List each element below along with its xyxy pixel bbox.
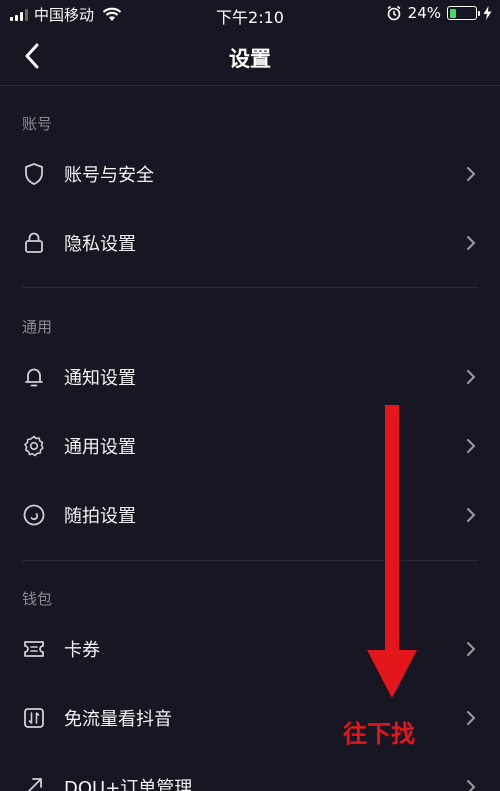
settings-item-privacy[interactable]: 隐私设置 [0, 210, 500, 276]
settings-item-label: 通知设置 [64, 368, 136, 389]
battery-percent: 24% [407, 4, 441, 22]
page-title: 设置 [229, 47, 271, 71]
chevron-right-icon [464, 234, 478, 252]
settings-item-label: 卡券 [64, 640, 100, 661]
gear-icon [22, 434, 46, 458]
section-header-account: 账号 [22, 115, 53, 133]
camera-circle-icon [22, 503, 46, 527]
settings-item-label: DOU+订单管理 [64, 778, 193, 791]
nav-bar: 设置 [0, 28, 500, 86]
battery-icon [447, 6, 480, 20]
settings-item-quick-shoot[interactable]: 随拍设置 [0, 482, 500, 548]
chevron-right-icon [464, 437, 478, 455]
chevron-right-icon [464, 368, 478, 386]
settings-item-coupons[interactable]: 卡券 [0, 616, 500, 682]
chevron-right-icon [464, 640, 478, 658]
settings-item-label: 通用设置 [64, 437, 136, 458]
lock-icon [22, 231, 46, 255]
settings-item-general[interactable]: 通用设置 [0, 413, 500, 479]
annotation-label: 往下找 [343, 720, 415, 748]
chevron-right-icon [464, 778, 478, 791]
bell-icon [22, 365, 46, 389]
charging-bolt-icon [483, 6, 492, 20]
section-header-wallet: 钱包 [22, 590, 53, 608]
ticket-icon [22, 637, 46, 661]
chevron-right-icon [464, 506, 478, 524]
settings-item-notifications[interactable]: 通知设置 [0, 344, 500, 410]
settings-item-label: 免流量看抖音 [64, 709, 172, 730]
trend-arrow-icon [22, 775, 46, 791]
annotation-arrow-shaft [385, 405, 399, 655]
settings-item-label: 随拍设置 [64, 506, 136, 527]
settings-item-label: 隐私设置 [64, 234, 136, 255]
status-bar: 中国移动 下午2:10 24% [0, 0, 500, 28]
settings-item-free-data[interactable]: 免流量看抖音 [0, 685, 500, 751]
data-transfer-icon [22, 706, 46, 730]
settings-item-account-security[interactable]: 账号与安全 [0, 141, 500, 207]
section-divider [22, 560, 478, 561]
alarm-clock-icon [387, 5, 401, 21]
status-right: 24% [386, 4, 492, 22]
section-header-general: 通用 [22, 318, 53, 336]
chevron-right-icon [464, 709, 478, 727]
shield-icon [22, 162, 46, 186]
settings-item-dou-orders[interactable]: DOU+订单管理 [0, 754, 500, 791]
chevron-right-icon [464, 165, 478, 183]
settings-item-label: 账号与安全 [64, 165, 154, 186]
annotation-arrow-down-icon [367, 650, 417, 698]
section-divider [22, 287, 478, 288]
